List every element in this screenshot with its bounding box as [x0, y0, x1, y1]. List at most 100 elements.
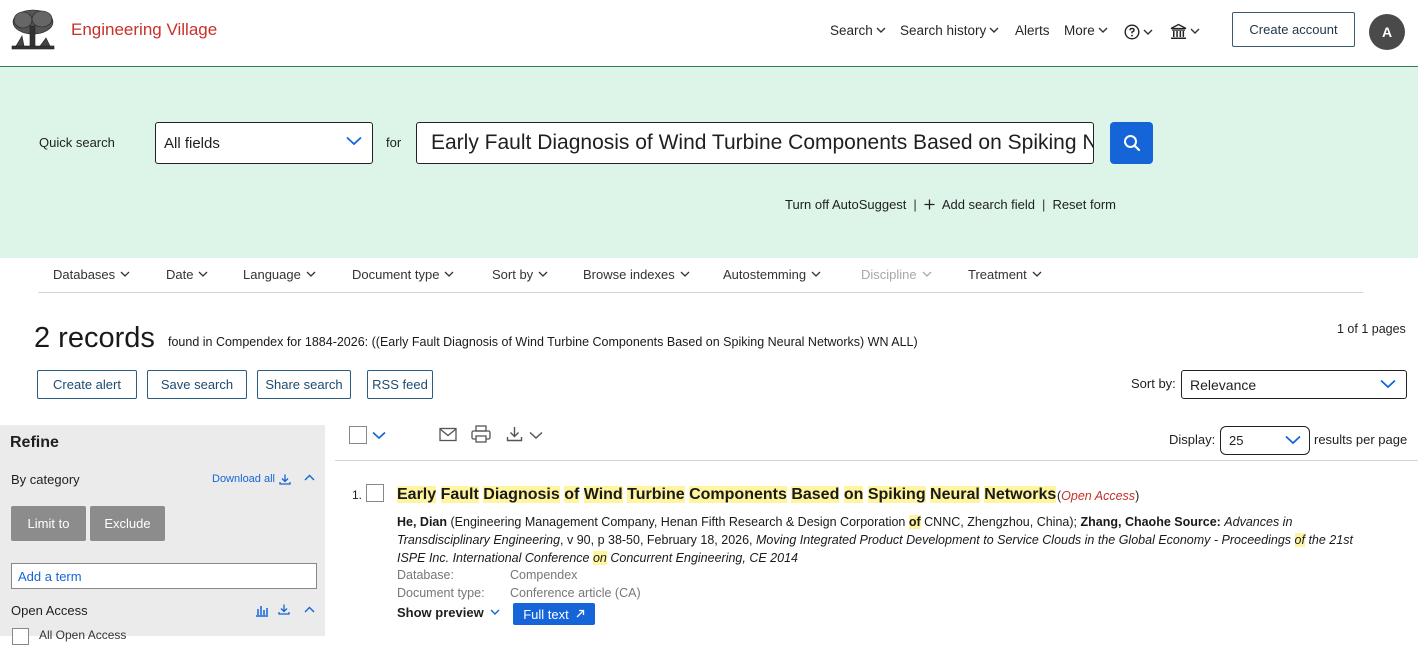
limit-to-button[interactable]: Limit to	[11, 506, 86, 541]
by-category-label: By category	[11, 472, 80, 487]
chevron-down-icon[interactable]	[372, 431, 386, 440]
link-separator: |	[1042, 197, 1046, 212]
source-detail: , v 90, p 38-50, February 18, 2026,	[560, 533, 753, 547]
open-access-text: Open Access	[1061, 489, 1136, 503]
all-open-access-checkbox[interactable]	[12, 628, 29, 645]
title-word: Networks	[984, 486, 1057, 503]
sort-value: Relevance	[1190, 376, 1257, 393]
filter-label: Discipline	[861, 267, 917, 282]
title-word: Components	[689, 486, 787, 503]
full-text-button[interactable]: Full text	[513, 603, 595, 625]
title-word: Turbine	[627, 486, 685, 503]
save-search-button[interactable]: Save search	[147, 370, 247, 399]
quick-search-label: Quick search	[39, 135, 115, 150]
nav-search-history-label: Search history	[900, 23, 987, 38]
filter-label: Browse indexes	[583, 267, 675, 282]
chevron-down-icon	[989, 27, 999, 33]
database-value: Compendex	[510, 568, 578, 582]
elsevier-tree-logo[interactable]	[8, 8, 58, 52]
download-all-link[interactable]: Download all	[212, 473, 291, 485]
chevron-down-icon	[1285, 435, 1301, 445]
turn-off-autosuggest-link[interactable]: Turn off AutoSuggest	[785, 197, 906, 212]
search-field-select[interactable]: All fields	[155, 122, 373, 164]
nav-search[interactable]: Search	[830, 23, 886, 38]
filter-label: Language	[243, 267, 301, 282]
sort-select[interactable]: Relevance	[1181, 370, 1407, 399]
result-citation: He, Dian (Engineering Management Company…	[397, 513, 1357, 567]
select-all-checkbox[interactable]	[349, 426, 367, 444]
results-per-page-label: results per page	[1314, 432, 1408, 447]
chevron-up-icon[interactable]	[304, 474, 315, 481]
chevron-down-icon	[346, 136, 362, 146]
chevron-down-icon	[306, 271, 316, 277]
result-title[interactable]: Early Fault Diagnosis of Wind Turbine Co…	[397, 486, 1057, 504]
search-button[interactable]	[1110, 122, 1153, 164]
filter-databases[interactable]: Databases	[53, 267, 130, 282]
display-count-select[interactable]: 25	[1220, 426, 1310, 455]
result-checkbox[interactable]	[366, 484, 384, 502]
institution-menu[interactable]	[1170, 23, 1200, 40]
chevron-down-icon[interactable]	[529, 431, 543, 440]
title-word: Diagnosis	[483, 486, 560, 503]
search-input[interactable]: Early Fault Diagnosis of Wind Turbine Co…	[416, 122, 1094, 164]
email-icon[interactable]	[439, 427, 457, 442]
nav-search-label: Search	[830, 23, 873, 38]
author-name[interactable]: He, Dian	[397, 515, 447, 529]
link-separator: |	[913, 197, 917, 212]
top-header: Engineering Village Search Search histor…	[0, 0, 1418, 67]
chevron-up-icon[interactable]	[304, 606, 315, 613]
nav-search-history[interactable]: Search history	[900, 23, 999, 38]
chevron-down-icon	[680, 271, 690, 277]
filter-date[interactable]: Date	[166, 267, 208, 282]
sort-label: Sort by:	[1131, 376, 1176, 391]
database-label: Database:	[397, 568, 454, 582]
filter-document-type[interactable]: Document type	[352, 267, 454, 282]
add-term-input[interactable]: Add a term	[11, 563, 317, 589]
help-icon	[1124, 24, 1140, 40]
chevron-down-icon	[1143, 29, 1153, 35]
help-menu[interactable]	[1124, 24, 1153, 40]
nav-alerts-label: Alerts	[1015, 23, 1050, 38]
filter-sort-by[interactable]: Sort by	[492, 267, 548, 282]
exclude-button[interactable]: Exclude	[90, 506, 165, 541]
records-description: found in Compendex for 1884-2026: ((Earl…	[168, 335, 918, 349]
filter-language[interactable]: Language	[243, 267, 316, 282]
author-name[interactable]: Zhang, Chaohe	[1081, 515, 1171, 529]
rss-feed-button[interactable]: RSS feed	[367, 370, 433, 399]
for-label: for	[386, 135, 402, 150]
download-icon[interactable]	[506, 426, 523, 442]
reset-form-link[interactable]: Reset form	[1052, 197, 1116, 212]
external-link-icon	[576, 609, 584, 618]
download-icon	[279, 474, 291, 485]
full-text-label: Full text	[523, 606, 569, 622]
chevron-down-icon	[1380, 379, 1396, 389]
filter-label: Autostemming	[723, 267, 807, 282]
download-icon[interactable]	[278, 604, 290, 615]
brand-name[interactable]: Engineering Village	[71, 20, 217, 40]
print-icon[interactable]	[471, 425, 491, 443]
title-word: Based	[791, 486, 840, 503]
show-preview-button[interactable]: Show preview	[397, 605, 500, 620]
divider	[335, 460, 1418, 461]
nav-more[interactable]: More	[1064, 23, 1108, 38]
filter-browse-indexes[interactable]: Browse indexes	[583, 267, 690, 282]
institution-icon	[1170, 23, 1187, 39]
chevron-down-icon	[490, 609, 500, 615]
create-alert-button[interactable]: Create alert	[37, 370, 137, 399]
nav-alerts[interactable]: Alerts	[1015, 23, 1050, 38]
result-number: 1.	[352, 488, 363, 502]
title-word: Neural	[930, 486, 980, 503]
avatar[interactable]: A	[1369, 14, 1405, 50]
chevron-down-icon	[1032, 271, 1042, 277]
filter-label: Sort by	[492, 267, 534, 282]
chart-icon[interactable]	[255, 604, 269, 617]
share-search-button[interactable]: Share search	[257, 370, 351, 399]
display-label: Display:	[1169, 432, 1216, 447]
title-word: on	[843, 486, 864, 503]
filter-autostemming[interactable]: Autostemming	[723, 267, 821, 282]
page-info: 1 of 1 pages	[1337, 322, 1406, 336]
add-search-field-link[interactable]: Add search field	[942, 197, 1035, 212]
create-account-button[interactable]: Create account	[1232, 12, 1355, 47]
filter-treatment[interactable]: Treatment	[968, 267, 1042, 282]
chevron-down-icon	[1098, 27, 1108, 33]
